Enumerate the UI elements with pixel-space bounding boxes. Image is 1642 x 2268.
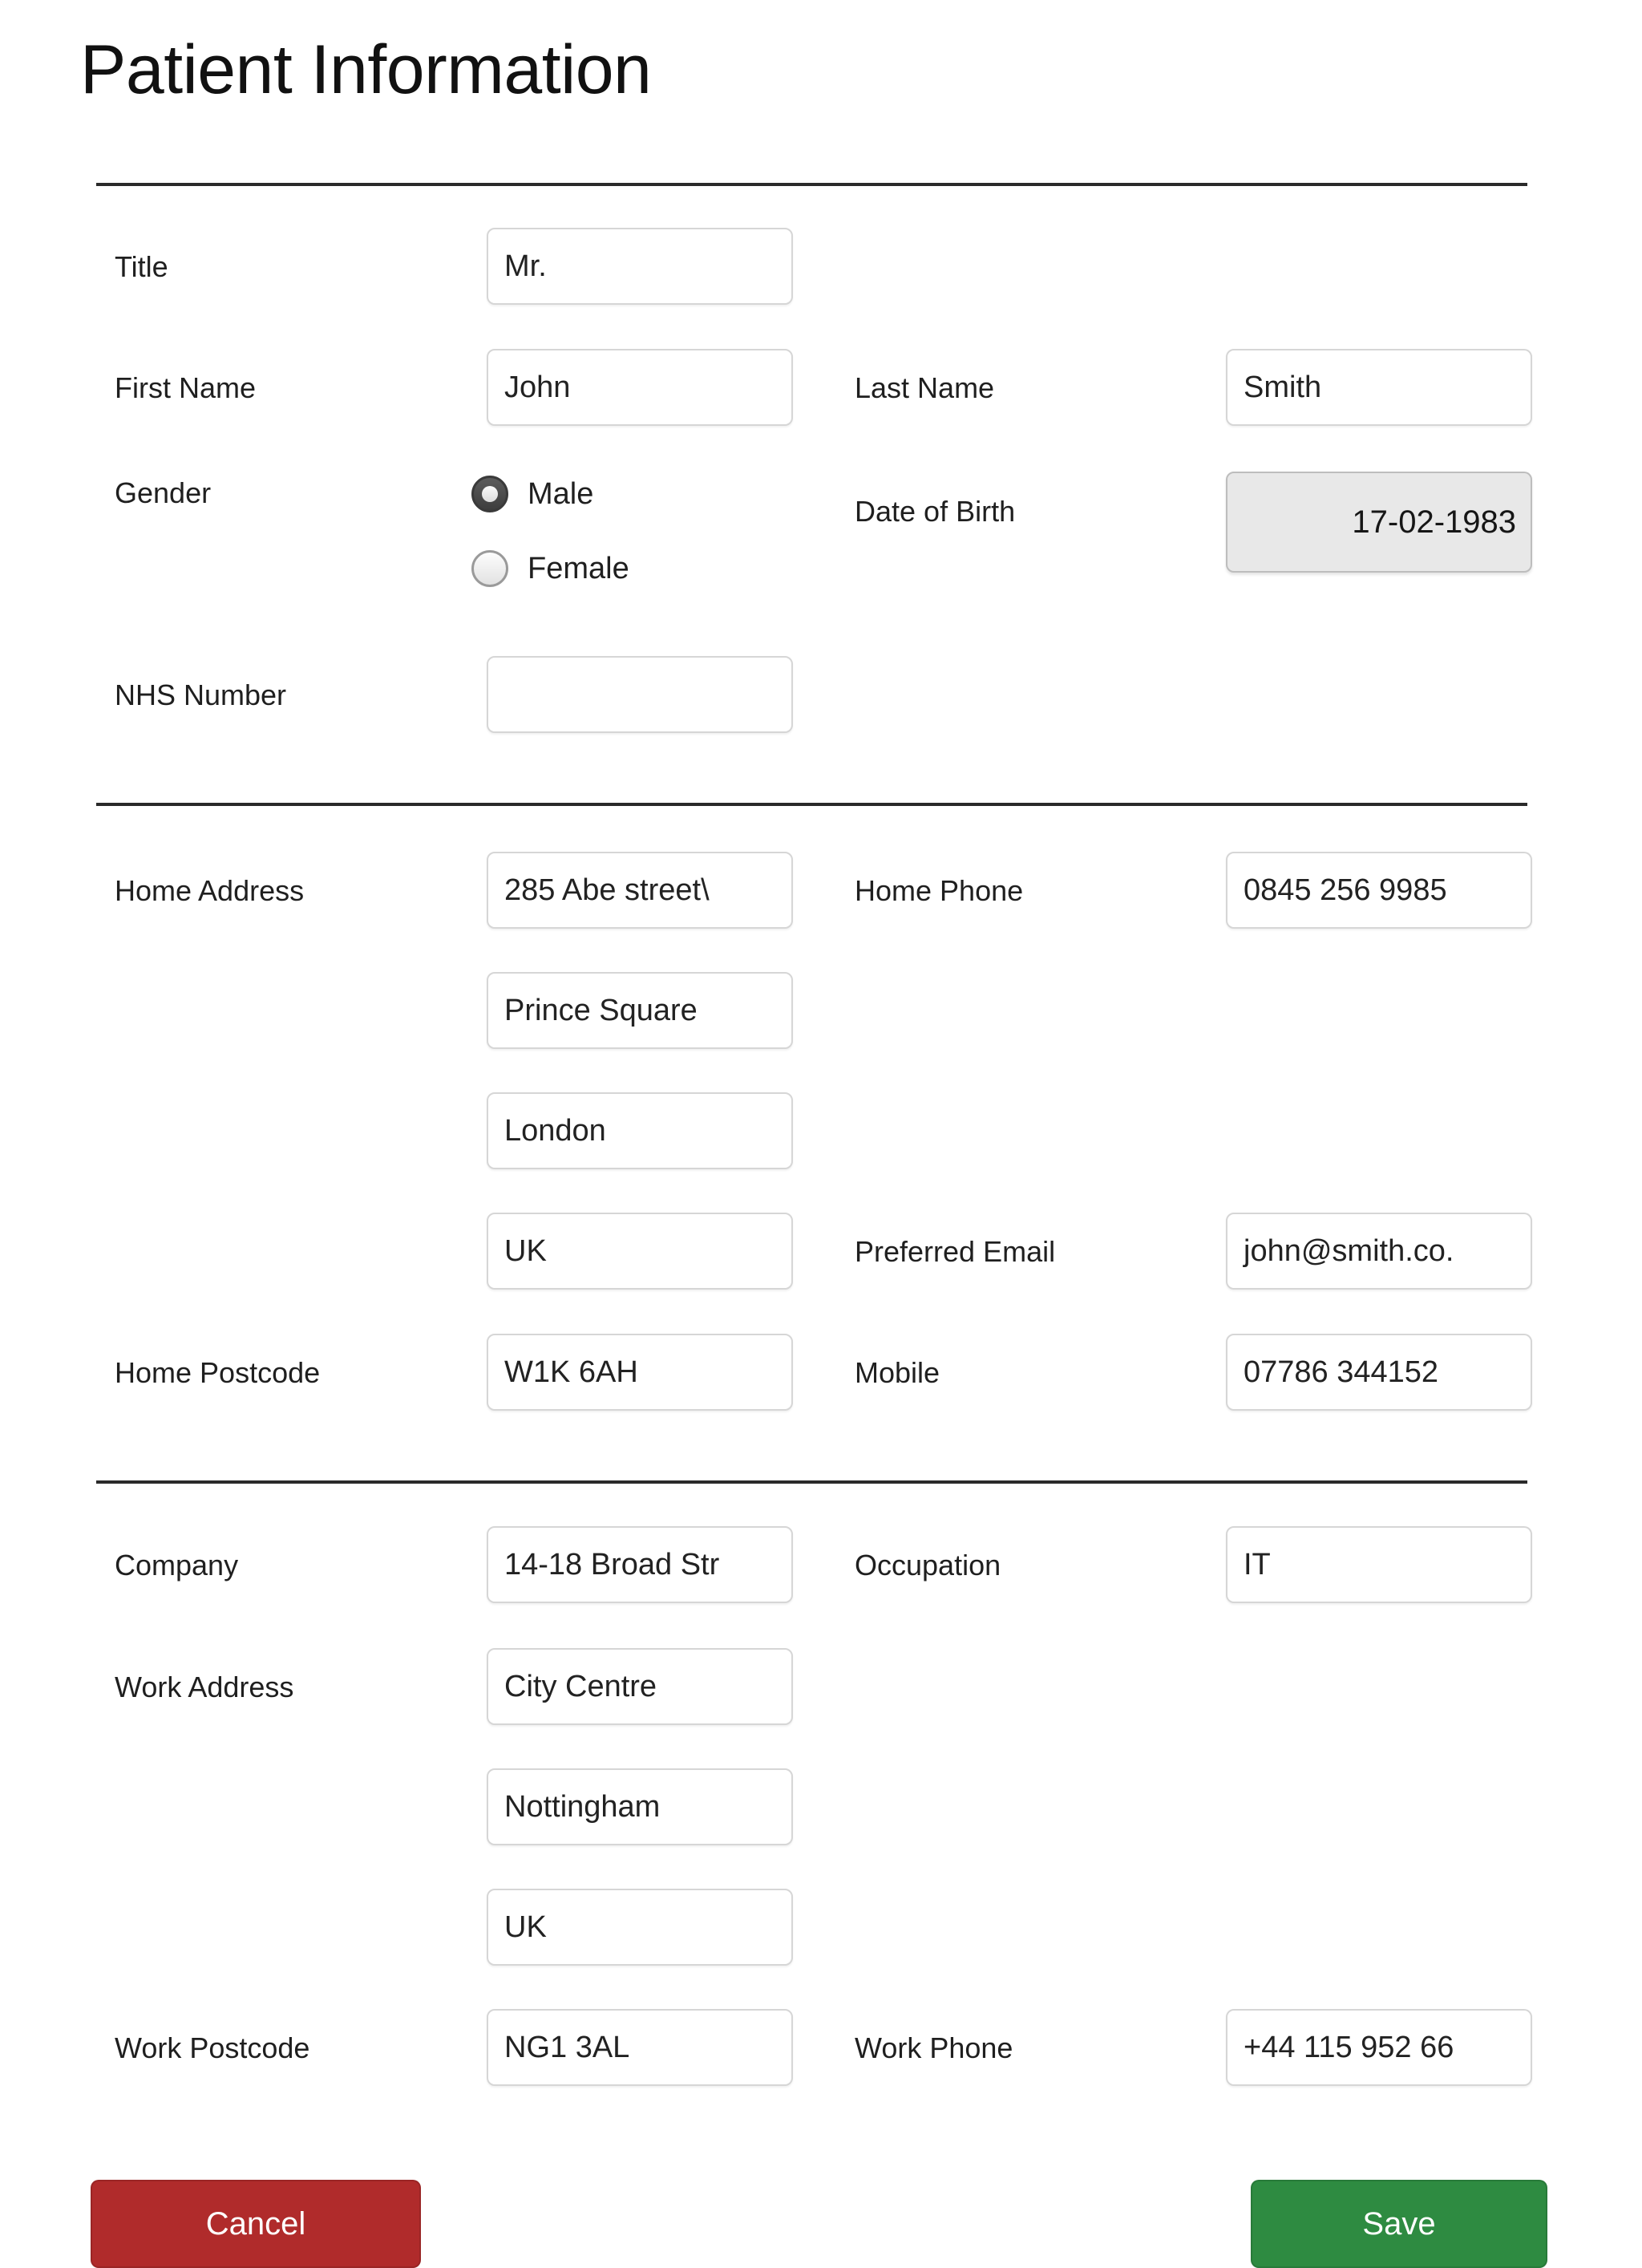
home-phone-value: 0845 256 9985 bbox=[1244, 873, 1447, 907]
cancel-button[interactable]: Cancel bbox=[91, 2180, 421, 2268]
preferred-email-value: john@smith.co. bbox=[1244, 1234, 1454, 1268]
work-postcode-value: NG1 3AL bbox=[504, 2031, 630, 2064]
section-divider-work bbox=[96, 1480, 1527, 1484]
work-address-line3-input[interactable]: UK bbox=[487, 1889, 793, 1966]
company-value: 14-18 Broad Str bbox=[504, 1548, 720, 1582]
home-postcode-label: Home Postcode bbox=[115, 1356, 321, 1389]
nhs-number-input[interactable] bbox=[487, 656, 793, 733]
section-divider-home bbox=[96, 803, 1527, 806]
occupation-label: Occupation bbox=[855, 1549, 1001, 1582]
first-name-input-value: John bbox=[504, 371, 571, 404]
nhs-number-label: NHS Number bbox=[115, 678, 287, 711]
work-phone-value: +44 115 952 66 bbox=[1244, 2031, 1454, 2064]
date-of-birth-input[interactable]: 17-02-1983 bbox=[1226, 472, 1532, 573]
gender-radio-male-label: Male bbox=[528, 477, 594, 511]
work-address-line1-input[interactable]: City Centre bbox=[487, 1648, 793, 1725]
work-address-line1-value: City Centre bbox=[504, 1670, 657, 1703]
first-name-input[interactable]: John bbox=[487, 349, 793, 426]
mobile-input[interactable]: 07786 344152 bbox=[1226, 1334, 1532, 1411]
page-title: Patient Information bbox=[80, 31, 652, 108]
company-label: Company bbox=[115, 1549, 239, 1582]
occupation-input[interactable]: IT bbox=[1226, 1526, 1532, 1603]
home-address-line2-value: Prince Square bbox=[504, 994, 698, 1027]
work-phone-input[interactable]: +44 115 952 66 bbox=[1226, 2009, 1532, 2086]
preferred-email-label: Preferred Email bbox=[855, 1235, 1056, 1268]
preferred-email-input[interactable]: john@smith.co. bbox=[1226, 1213, 1532, 1290]
gender-radio-female[interactable]: Female bbox=[471, 550, 629, 587]
home-address-line3-input[interactable]: London bbox=[487, 1092, 793, 1169]
home-phone-input[interactable]: 0845 256 9985 bbox=[1226, 852, 1532, 929]
last-name-input[interactable]: Smith bbox=[1226, 349, 1532, 426]
work-phone-label: Work Phone bbox=[855, 2031, 1013, 2064]
home-address-line1-input[interactable]: 285 Abe street\ bbox=[487, 852, 793, 929]
mobile-label: Mobile bbox=[855, 1356, 940, 1389]
last-name-input-value: Smith bbox=[1244, 371, 1322, 404]
work-address-label: Work Address bbox=[115, 1671, 294, 1703]
last-name-label: Last Name bbox=[855, 371, 995, 404]
work-postcode-input[interactable]: NG1 3AL bbox=[487, 2009, 793, 2086]
gender-radio-female-label: Female bbox=[528, 552, 629, 585]
work-address-line2-value: Nottingham bbox=[504, 1790, 661, 1824]
patient-information-form: Patient Information Title Mr. First Name… bbox=[0, 0, 1642, 2268]
work-postcode-label: Work Postcode bbox=[115, 2031, 310, 2064]
home-address-line4-value: UK bbox=[504, 1234, 547, 1268]
title-divider bbox=[96, 183, 1527, 186]
radio-selected-icon bbox=[471, 476, 508, 512]
home-address-label: Home Address bbox=[115, 874, 305, 907]
title-input[interactable]: Mr. bbox=[487, 228, 793, 305]
radio-unselected-icon bbox=[471, 550, 508, 587]
occupation-value: IT bbox=[1244, 1548, 1271, 1582]
date-of-birth-label: Date of Birth bbox=[855, 495, 1016, 528]
title-input-value: Mr. bbox=[504, 249, 547, 283]
work-address-line3-value: UK bbox=[504, 1910, 547, 1944]
home-address-line2-input[interactable]: Prince Square bbox=[487, 972, 793, 1049]
home-address-line1-value: 285 Abe street\ bbox=[504, 873, 710, 907]
home-postcode-input[interactable]: W1K 6AH bbox=[487, 1334, 793, 1411]
title-label: Title bbox=[115, 250, 168, 283]
mobile-value: 07786 344152 bbox=[1244, 1355, 1439, 1389]
work-address-line2-input[interactable]: Nottingham bbox=[487, 1768, 793, 1845]
home-phone-label: Home Phone bbox=[855, 874, 1024, 907]
home-postcode-value: W1K 6AH bbox=[504, 1355, 638, 1389]
date-of-birth-value: 17-02-1983 bbox=[1352, 504, 1516, 540]
gender-label: Gender bbox=[115, 476, 212, 509]
company-input[interactable]: 14-18 Broad Str bbox=[487, 1526, 793, 1603]
save-button[interactable]: Save bbox=[1251, 2180, 1547, 2268]
first-name-label: First Name bbox=[115, 371, 257, 404]
home-address-line3-value: London bbox=[504, 1114, 606, 1148]
home-address-line4-input[interactable]: UK bbox=[487, 1213, 793, 1290]
gender-radio-male[interactable]: Male bbox=[471, 476, 593, 512]
